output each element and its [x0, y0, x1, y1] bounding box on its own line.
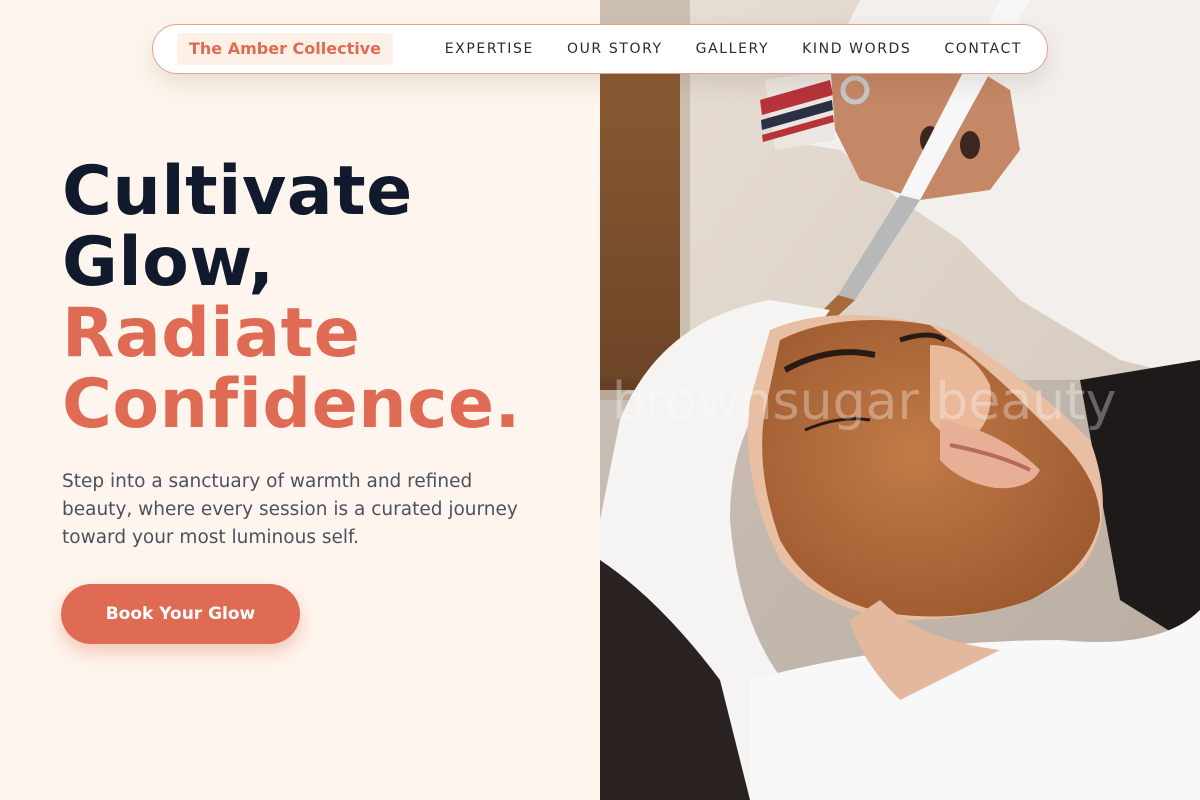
nav-link-kind-words[interactable]: KIND WORDS	[802, 41, 911, 57]
nav-link-contact[interactable]: CONTACT	[944, 41, 1022, 57]
headline-line-3: Radiate	[62, 294, 361, 373]
headline-line-4: Confidence.	[62, 365, 521, 444]
nav-links: EXPERTISE OUR STORY GALLERY KIND WORDS C…	[445, 25, 1022, 73]
nav-link-our-story[interactable]: OUR STORY	[567, 41, 663, 57]
nav-link-expertise[interactable]: EXPERTISE	[445, 41, 534, 57]
image-watermark: brownsugar beauty	[612, 372, 1117, 432]
headline-line-2: Glow,	[62, 223, 275, 302]
nav-link-gallery[interactable]: GALLERY	[696, 41, 769, 57]
headline-line-1: Cultivate	[62, 152, 413, 231]
brand-logo[interactable]: The Amber Collective	[177, 33, 393, 65]
book-your-glow-button[interactable]: Book Your Glow	[61, 584, 300, 644]
top-navigation: The Amber Collective EXPERTISE OUR STORY…	[152, 24, 1048, 74]
hero-headline: Cultivate Glow, Radiate Confidence.	[62, 156, 521, 440]
hero-subtext: Step into a sanctuary of warmth and refi…	[62, 471, 518, 548]
